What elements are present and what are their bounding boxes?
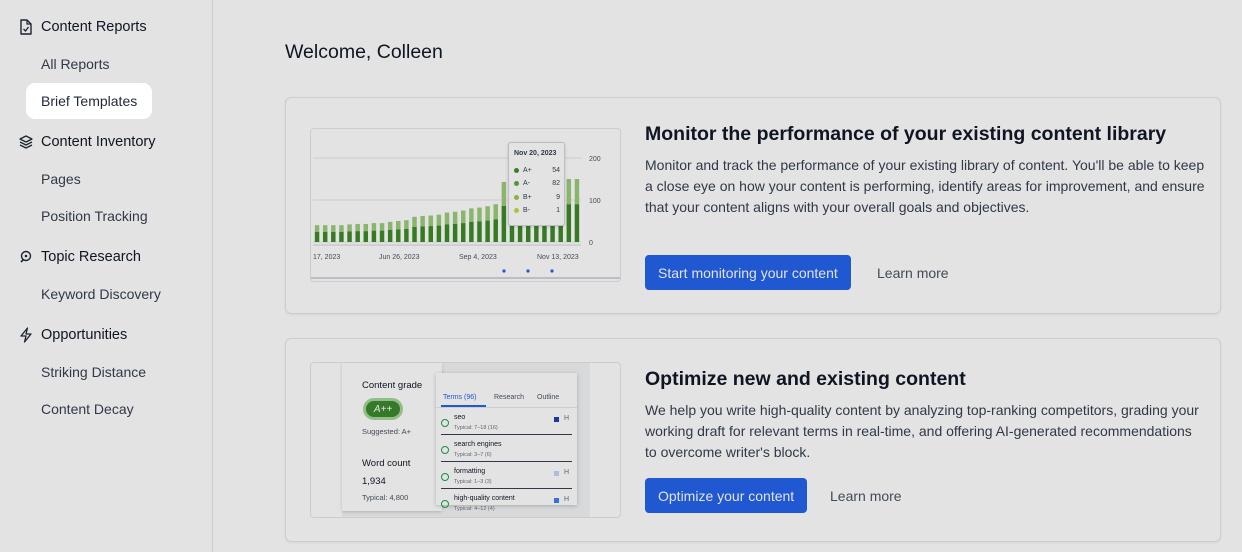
sidebar-item-brief-templates[interactable]: Brief Templates: [26, 83, 153, 119]
dim-overlay: [0, 0, 1242, 552]
